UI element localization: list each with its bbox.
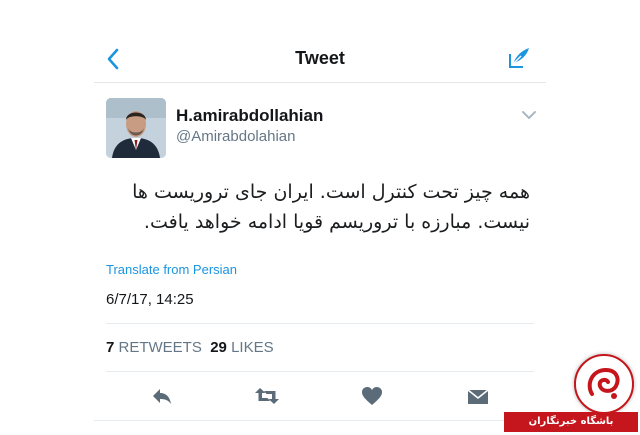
heart-icon[interactable] — [360, 385, 384, 407]
avatar[interactable] — [106, 98, 166, 158]
divider — [94, 420, 546, 421]
tweet-stats: 7 RETWEETS 29 LIKES — [106, 339, 274, 356]
retweets-label[interactable]: RETWEETS — [119, 339, 202, 356]
message-icon[interactable] — [466, 385, 490, 407]
divider — [106, 323, 534, 324]
divider — [106, 371, 534, 372]
author-name[interactable]: H.amirabdollahian — [176, 106, 323, 126]
author-handle[interactable]: @Amirabdolahian — [176, 128, 295, 145]
watermark-label: باشگاه خبرنگاران — [504, 412, 638, 432]
retweets-count[interactable]: 7 — [106, 339, 114, 356]
tweet-timestamp: 6/7/17, 14:25 — [106, 291, 194, 308]
page-title: Tweet — [295, 48, 345, 68]
likes-count[interactable]: 29 — [210, 339, 227, 356]
compose-icon[interactable] — [504, 44, 532, 72]
tweet-text: همه چیز تحت کنترل است. ایران جای تروریست… — [132, 181, 530, 233]
retweet-icon[interactable] — [254, 385, 280, 407]
watermark-logo-icon — [574, 354, 634, 414]
tweet-screen: Tweet H.amirabdollahian @Amirabdolahian … — [94, 0, 546, 435]
likes-label[interactable]: LIKES — [231, 339, 274, 356]
chevron-down-icon[interactable] — [520, 108, 538, 122]
reply-icon[interactable] — [150, 385, 174, 407]
translate-link[interactable]: Translate from Persian — [106, 262, 237, 277]
watermark: باشگاه خبرنگاران — [504, 354, 638, 434]
nav-bar: Tweet — [94, 36, 546, 83]
